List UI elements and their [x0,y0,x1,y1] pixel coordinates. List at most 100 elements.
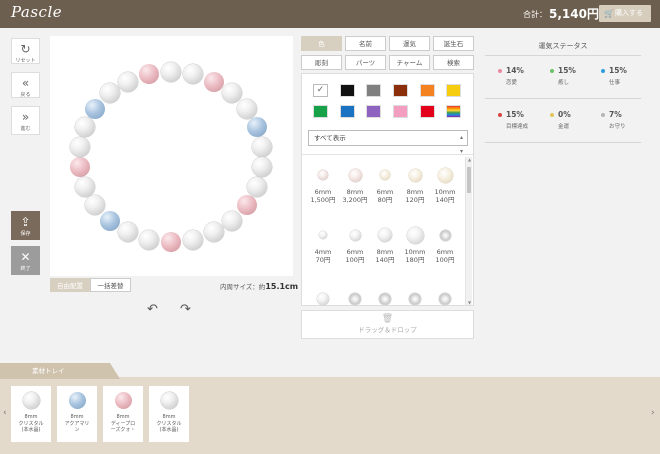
material-size: 10mm [404,248,426,256]
tab-engrave[interactable]: 彫刻 [301,55,342,70]
bead-image [409,293,421,305]
material-item[interactable]: 10mm 140円 [429,162,461,204]
bracelet-bead-clear[interactable] [203,222,224,243]
tab-color[interactable]: 色 [301,36,342,51]
color-swatch-brown[interactable] [393,84,408,97]
material-item[interactable]: 4mm 70円 [307,222,339,264]
buy-button[interactable]: 🛒 購入する [599,5,651,22]
scrollbar[interactable]: ▲ ▼ [465,157,472,305]
bracelet-bead-clear[interactable] [252,157,273,178]
stat-pct: 7% [609,110,622,119]
bracelet-bead-blue[interactable] [247,116,268,137]
check-icon: ✓ [316,85,325,95]
tab-birthstone[interactable]: 誕生石 [433,36,474,51]
stat-pct: 15% [506,110,524,119]
tab-name[interactable]: 名前 [345,36,386,51]
stat-pct: 14% [506,66,524,75]
color-swatch-pink[interactable] [393,105,408,118]
save-button[interactable]: ⇪ 保存 [11,211,40,240]
color-swatch-multi[interactable] [446,105,461,118]
bracelet-bead-clear[interactable] [247,177,268,198]
bracelet-bead-clear[interactable] [74,177,95,198]
bracelet-bead-clear[interactable] [118,222,139,243]
tray-card[interactable]: 8mm クリスタル (本水晶) [11,386,51,442]
bracelet-bead-blue[interactable] [99,210,120,231]
forward-button[interactable]: » 進む [11,106,40,135]
exit-button[interactable]: ✕ 終了 [11,246,40,275]
stat-love: 14% 恋愛 [498,66,548,86]
scroll-down-icon[interactable]: ▼ [466,300,473,305]
forward-label: 進む [20,126,31,132]
tray-tab: 素材トレイ [0,363,120,379]
rotate-right-icon[interactable]: ↷ [180,302,191,317]
reset-button[interactable]: ↻ リセット [11,38,40,64]
double-chevron-right-icon: » [21,110,30,124]
material-size: 4mm [314,248,332,256]
tray-card-size: 8mm [116,414,130,420]
tab-search[interactable]: 検索 [433,55,474,70]
tray-card[interactable]: 8mm クリスタル (本水晶) [149,386,189,442]
material-item[interactable]: 6mm 100円 [429,222,461,264]
color-swatch-red[interactable] [420,105,435,118]
tray-card[interactable]: 8mm ディープロ ーズクォ・ [103,386,143,442]
bracelet-bead-pink[interactable] [236,195,257,216]
drop-zone[interactable]: 🗑 ドラッグ＆ドロップ [301,310,474,339]
bracelet-bead-clear[interactable] [138,229,159,250]
bracelet-bead-clear[interactable] [99,83,120,104]
material-item[interactable]: 6mm 80円 [369,162,401,204]
stat-name: 仕事 [609,80,621,86]
tray-card-name-2: ン [74,427,80,433]
material-item[interactable]: 6mm 100円 [339,222,371,264]
bracelet-bead-clear[interactable] [236,98,257,119]
stat-pct: 15% [609,66,627,75]
color-swatch-white[interactable]: ✓ [313,84,328,97]
scroll-thumb[interactable] [467,167,471,193]
tab-charm[interactable]: チャーム [389,55,430,70]
bracelet-bead-pink[interactable] [203,71,224,92]
bead-image [319,231,327,239]
bracelet-bead-clear[interactable] [252,136,273,157]
bracelet-bead-clear[interactable] [222,210,242,231]
bracelet-canvas[interactable] [50,36,293,276]
bracelet-bead-clear[interactable] [118,71,139,92]
stat-dot [550,69,554,73]
rotate-left-icon[interactable]: ↶ [147,302,158,317]
color-swatch-green[interactable] [313,105,328,118]
tab-fortune[interactable]: 運気 [389,36,430,51]
bracelet-bead-blue[interactable] [85,98,106,119]
mode-free-tab[interactable]: 自由配置 [50,278,90,292]
tab-parts[interactable]: パーツ [345,55,386,70]
bracelet-bead-pink[interactable] [161,232,181,252]
bead-image [22,392,40,409]
filter-select[interactable]: すべて表示 ▴ ▾ [308,130,468,155]
tray-card-name-2: ーズクォ・ [110,427,136,433]
bracelet-bead-clear[interactable] [161,62,181,82]
color-swatch-orange[interactable] [420,84,435,97]
bracelet-bead-clear[interactable] [222,83,242,104]
color-swatch-black[interactable] [340,84,355,97]
chevron-left-icon[interactable]: ‹ [3,408,7,418]
bracelet-bead-clear[interactable] [74,116,95,137]
material-item[interactable]: 8mm 140円 [369,222,401,264]
color-swatch-purple[interactable] [366,105,381,118]
mode-bulk-tab[interactable]: 一括差替 [90,278,131,292]
material-item[interactable]: 8mm 3,200円 [339,162,371,204]
bracelet-bead-clear[interactable] [183,229,204,250]
back-button[interactable]: « 戻る [11,72,40,98]
bracelet-bead-clear[interactable] [183,64,204,85]
material-item[interactable]: 6mm 1,500円 [307,162,339,204]
chevron-right-icon[interactable]: › [651,408,655,418]
color-swatch-yellow[interactable] [446,84,461,97]
scroll-up-icon[interactable]: ▲ [466,157,473,162]
material-item[interactable]: 8mm 120円 [399,162,431,204]
bracelet-bead-clear[interactable] [85,195,106,216]
bracelet-bead-pink[interactable] [69,157,90,178]
bracelet-bead-pink[interactable] [138,64,159,85]
material-item[interactable]: 10mm 180円 [399,222,431,264]
tray-card[interactable]: 8mm アクアマリ ン [57,386,97,442]
stat-dot [601,69,605,73]
inner-size-label: 内周サイズ：約 [220,283,266,291]
color-swatch-blue[interactable] [340,105,355,118]
color-swatch-gray[interactable] [366,84,381,97]
bracelet-bead-clear[interactable] [69,136,90,157]
